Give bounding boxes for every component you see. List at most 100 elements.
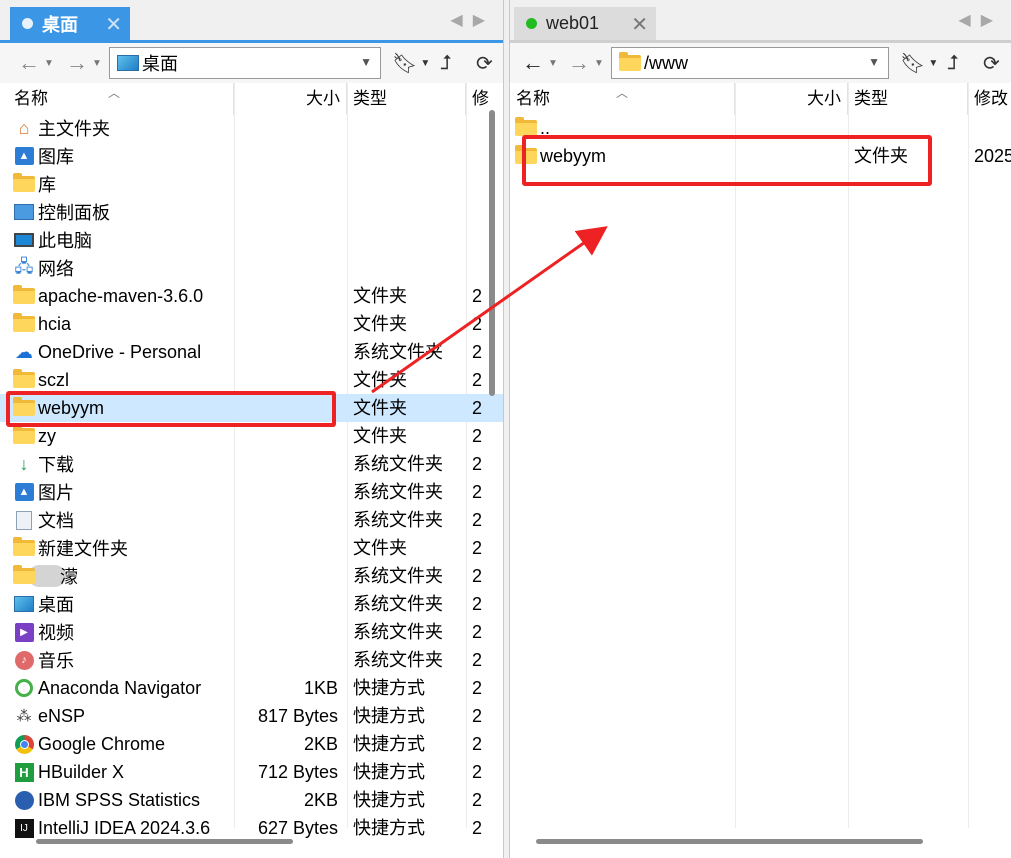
file-modified: 2 <box>472 370 483 390</box>
file-name: hcia <box>12 312 71 336</box>
file-name-text: OneDrive - Personal <box>38 341 202 362</box>
folder-icon <box>12 565 36 587</box>
col-name[interactable]: 名称 ︿ <box>510 83 735 115</box>
file-row[interactable]: 此电脑 <box>0 226 503 254</box>
tab-status-dot <box>22 18 33 29</box>
col-modified[interactable]: 修 <box>466 83 503 115</box>
horizontal-scrollbar[interactable] <box>536 839 923 844</box>
tab-remote-web01[interactable]: web01 ✕ <box>514 7 656 40</box>
file-row[interactable]: 文档 系统文件夹 2 <box>0 506 503 534</box>
col-size[interactable]: 大小 <box>735 83 848 115</box>
file-row[interactable]: 控制面板 <box>0 198 503 226</box>
close-icon[interactable]: ✕ <box>105 12 122 37</box>
bookmark-button[interactable]: 🔖︎ ▼ <box>900 51 938 75</box>
file-row[interactable]: .. <box>510 114 1011 142</box>
file-name: IJ IntelliJ IDEA 2024.3.6 <box>12 816 210 840</box>
col-name[interactable]: 名称 ︿ <box>0 83 234 115</box>
file-name-text: Anaconda Navigator <box>38 677 202 698</box>
folder-icon <box>12 397 36 419</box>
file-modified: 2 <box>472 818 483 838</box>
file-row[interactable]: zy 文件夹 2 <box>0 422 503 450</box>
file-row[interactable]: ⌂ 主文件夹 <box>0 114 503 142</box>
file-row[interactable]: ▶ 视频 系统文件夹 2 <box>0 618 503 646</box>
file-row[interactable]: ↓ 下载 系统文件夹 2 <box>0 450 503 478</box>
horizontal-scrollbar[interactable] <box>36 839 293 844</box>
file-name: zy <box>12 424 56 448</box>
network-icon: 🖧︎ <box>14 256 34 276</box>
file-row[interactable]: sczl 文件夹 2 <box>0 366 503 394</box>
parent-folder-button[interactable]: ⮥ <box>947 51 959 75</box>
spss-icon <box>12 789 36 811</box>
file-modified: 2 <box>472 706 483 726</box>
tab-prev-icon[interactable]: ◀ <box>450 12 472 29</box>
col-modified[interactable]: 修改 <box>968 83 1011 115</box>
col-type[interactable]: 类型 <box>848 83 968 115</box>
file-type: 文件夹 <box>353 398 407 418</box>
file-row[interactable]: IJ IntelliJ IDEA 2024.3.6 627 Bytes 快捷方式 2 <box>0 814 503 842</box>
file-row[interactable]: webyym 文件夹 2025 <box>510 142 1011 170</box>
file-row[interactable]: 库 <box>0 170 503 198</box>
chevron-down-icon[interactable]: ▼ <box>868 55 880 69</box>
file-row[interactable]: IBM SPSS Statistics 2KB 快捷方式 2 <box>0 786 503 814</box>
file-type: 系统文件夹 <box>353 510 443 530</box>
file-name: sczl <box>12 368 69 392</box>
file-row[interactable]: 新建文件夹 文件夹 2 <box>0 534 503 562</box>
chevron-down-icon[interactable]: ▼ <box>360 55 372 69</box>
tab-prev-icon[interactable]: ◀ <box>958 12 980 29</box>
file-row[interactable]: ☁︎ OneDrive - Personal 系统文件夹 2 <box>0 338 503 366</box>
file-size: 712 Bytes <box>257 762 338 782</box>
tab-local-desktop[interactable]: 桌面 ✕ <box>10 7 130 40</box>
refresh-button[interactable]: ⟳ <box>476 51 493 75</box>
bookmark-icon: 🔖︎ <box>392 52 418 75</box>
file-row[interactable]: ▲ 图片 系统文件夹 2 <box>0 478 503 506</box>
file-name-text: 新建文件夹 <box>38 539 128 559</box>
chrome-icon <box>12 733 36 755</box>
forward-button[interactable]: → ▼ <box>568 49 604 77</box>
back-button[interactable]: ← ▼ <box>18 49 54 77</box>
file-type: 系统文件夹 <box>353 342 443 362</box>
tab-nav: ◀▶ <box>450 10 495 30</box>
file-name-text: zy <box>38 425 56 446</box>
refresh-button[interactable]: ⟳ <box>983 51 1000 75</box>
tab-next-icon[interactable]: ▶ <box>473 12 495 29</box>
file-modified: 2 <box>472 566 483 586</box>
file-row[interactable]: H HBuilder X 712 Bytes 快捷方式 2 <box>0 758 503 786</box>
back-button[interactable]: ← ▼ <box>522 49 558 77</box>
forward-button[interactable]: → ▼ <box>66 49 102 77</box>
col-size[interactable]: 大小 <box>234 83 347 115</box>
file-name-text: 下载 <box>38 455 74 475</box>
file-row[interactable]: 濛 系统文件夹 2 <box>0 562 503 590</box>
vertical-scrollbar[interactable] <box>489 110 495 396</box>
file-type: 快捷方式 <box>353 762 425 782</box>
bookmark-button[interactable]: 🔖︎ ▼ <box>392 51 430 75</box>
file-modified: 2 <box>472 790 483 810</box>
file-row[interactable]: ▲ 图库 <box>0 142 503 170</box>
file-row[interactable]: 🖧︎ 网络 <box>0 254 503 282</box>
parent-folder-button[interactable]: ⮥ <box>440 51 452 75</box>
file-type: 快捷方式 <box>353 706 425 726</box>
file-row[interactable]: apache-maven-3.6.0 文件夹 2 <box>0 282 503 310</box>
file-name-text: 网络 <box>38 259 74 279</box>
file-row[interactable]: webyym 文件夹 2 <box>0 394 503 422</box>
col-type[interactable]: 类型 <box>347 83 466 115</box>
file-row[interactable]: hcia 文件夹 2 <box>0 310 503 338</box>
file-row[interactable]: Anaconda Navigator 1KB 快捷方式 2 <box>0 674 503 702</box>
file-modified: 2025 <box>974 146 1011 166</box>
close-icon[interactable]: ✕ <box>631 12 648 37</box>
path-input[interactable]: /www ▼ <box>611 47 889 79</box>
videos-icon: ▶ <box>12 621 36 643</box>
file-row[interactable]: ⁂ eNSP 817 Bytes 快捷方式 2 <box>0 702 503 730</box>
file-row[interactable]: ♪ 音乐 系统文件夹 2 <box>0 646 503 674</box>
chevron-down-icon: ▼ <box>548 57 558 69</box>
onedrive-icon: ☁︎ <box>15 341 33 362</box>
file-type: 文件夹 <box>854 146 908 166</box>
file-type: 快捷方式 <box>353 818 425 838</box>
file-name: ⌂ 主文件夹 <box>12 116 110 140</box>
file-name-text: IntelliJ IDEA 2024.3.6 <box>38 817 211 838</box>
tab-next-icon[interactable]: ▶ <box>981 12 1003 29</box>
file-row[interactable]: 桌面 系统文件夹 2 <box>0 590 503 618</box>
file-type: 快捷方式 <box>353 734 425 754</box>
file-row[interactable]: Google Chrome 2KB 快捷方式 2 <box>0 730 503 758</box>
file-name-text: webyym <box>540 145 607 166</box>
path-input[interactable]: 桌面 ▼ <box>109 47 381 79</box>
